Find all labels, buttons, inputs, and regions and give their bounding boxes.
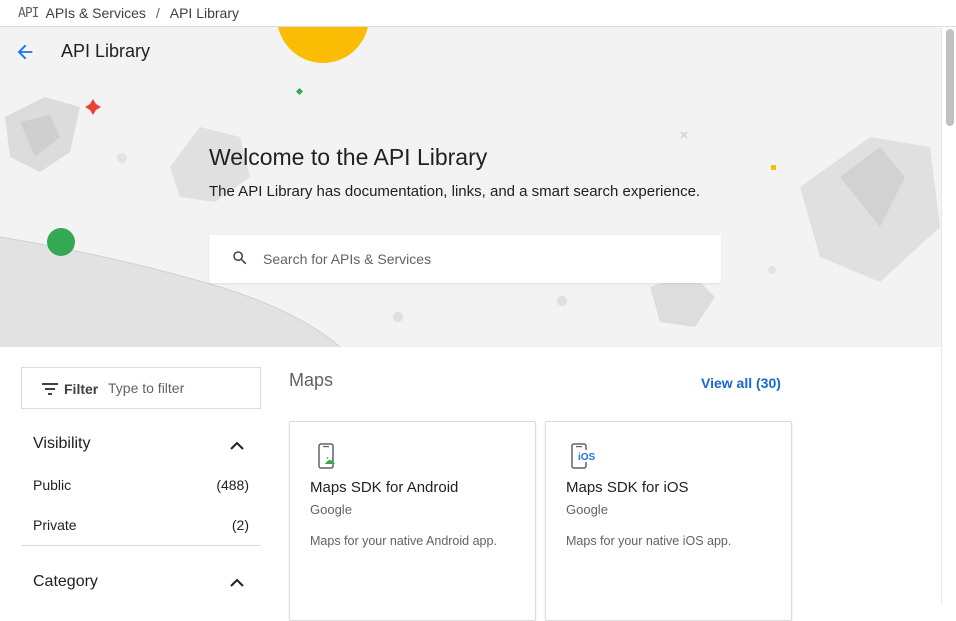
filter-input[interactable] [108, 368, 258, 408]
api-card-vendor: Google [310, 502, 352, 517]
facet-item-label: Public [33, 477, 72, 493]
search-box[interactable] [209, 235, 721, 283]
ios-phone-icon: iOS [571, 443, 598, 469]
facet-category-title: Category [33, 573, 98, 590]
api-card-maps-sdk-ios[interactable]: iOS Maps SDK for iOS Google Maps for you… [545, 421, 792, 621]
api-card-title: Maps SDK for Android [310, 479, 459, 496]
api-logo-icon: API [18, 5, 40, 21]
api-card-maps-sdk-android[interactable]: Maps SDK for Android Google Maps for you… [289, 421, 536, 621]
breadcrumb-separator: / [155, 5, 160, 21]
facet-item-private[interactable]: Private (2) [33, 517, 249, 533]
api-card-description: Maps for your native iOS app. [566, 534, 732, 548]
page-title: API Library [61, 41, 151, 61]
hero-heading: Welcome to the API Library [209, 144, 488, 170]
facet-visibility-title: Visibility [33, 435, 91, 452]
api-card-description: Maps for your native Android app. [310, 534, 497, 548]
android-phone-icon [318, 443, 335, 469]
api-card-title: Maps SDK for iOS [566, 479, 689, 496]
facet-item-count: (488) [216, 477, 249, 493]
chevron-up-icon[interactable] [229, 440, 245, 450]
hero-subheading: The API Library has documentation, links… [209, 183, 701, 200]
api-card-vendor: Google [566, 502, 608, 517]
breadcrumb-apis-services[interactable]: APIs & Services [45, 5, 145, 21]
section-title-maps: Maps [289, 370, 334, 390]
filter-list-icon [42, 383, 58, 395]
search-input[interactable] [263, 235, 703, 283]
filter-box[interactable]: Filter [21, 367, 261, 409]
scrollbar-thumb[interactable] [946, 29, 954, 126]
view-all-link[interactable]: View all (30) [701, 375, 781, 391]
breadcrumb-api-library: API Library [169, 5, 239, 21]
ios-icon-label: iOS [578, 452, 596, 463]
facet-item-count: (2) [231, 517, 249, 533]
facet-divider [21, 545, 261, 546]
back-arrow-icon[interactable] [14, 41, 36, 63]
facet-item-public[interactable]: Public (488) [33, 477, 249, 493]
chevron-up-icon[interactable] [229, 577, 245, 587]
breadcrumb: API APIs & Services / API Library [0, 0, 956, 27]
search-icon [233, 251, 247, 265]
facet-item-label: Private [33, 517, 77, 533]
filter-label: Filter [64, 381, 99, 397]
